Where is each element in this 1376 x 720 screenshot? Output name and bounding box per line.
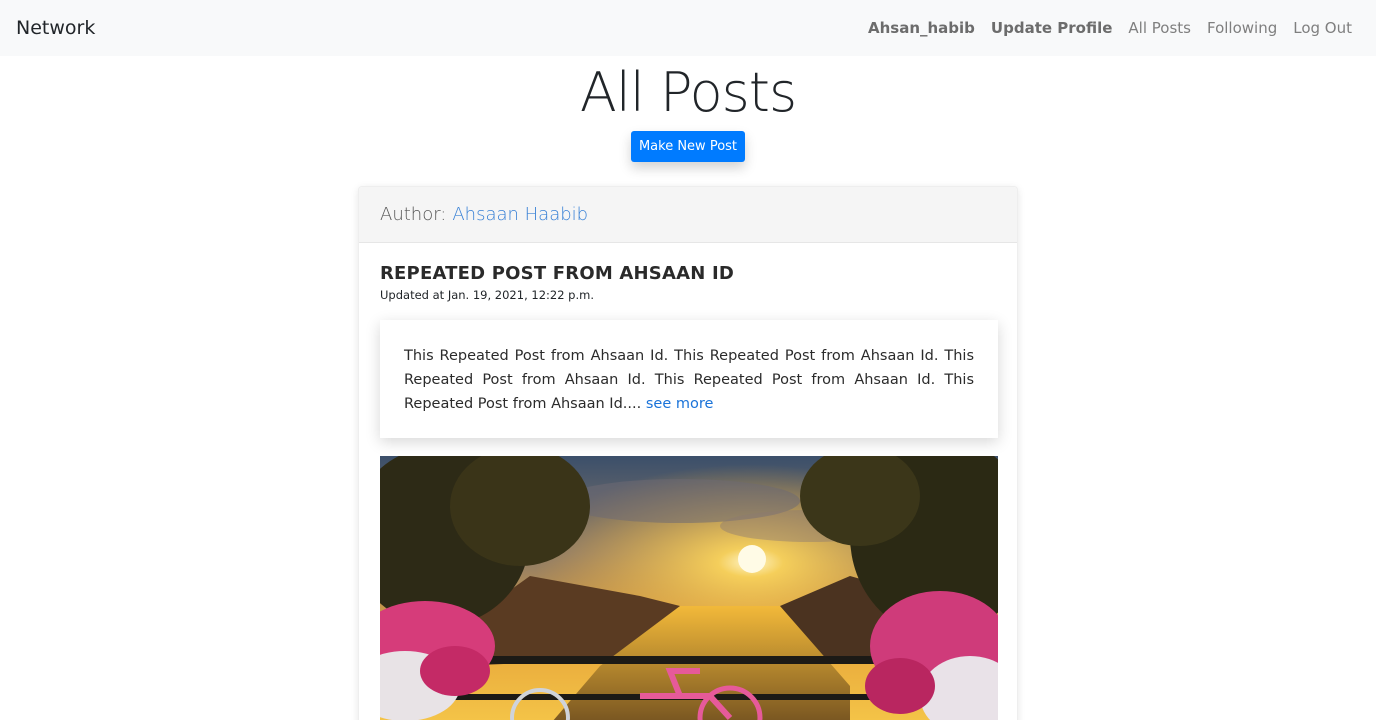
brand-link[interactable]: Network bbox=[16, 17, 95, 39]
post-updated-timestamp: Updated at Jan. 19, 2021, 12:22 p.m. bbox=[380, 288, 594, 302]
make-new-post-button[interactable]: Make New Post bbox=[631, 131, 745, 162]
nav-all-posts-link[interactable]: All Posts bbox=[1120, 19, 1199, 37]
post-card-header: Author: Ahsaan Haabib bbox=[359, 187, 1017, 243]
page-title: All Posts bbox=[579, 61, 797, 124]
author-label: Author: bbox=[380, 204, 447, 225]
post-image bbox=[380, 456, 998, 720]
nav-logout-link[interactable]: Log Out bbox=[1285, 19, 1360, 37]
nav-update-profile-link[interactable]: Update Profile bbox=[983, 19, 1120, 37]
author-link[interactable]: Ahsaan Haabib bbox=[452, 204, 588, 225]
navbar: Network Ahsan_habib Update Profile All P… bbox=[0, 0, 1376, 56]
nav-profile-link[interactable]: Ahsan_habib bbox=[860, 19, 983, 37]
post-title: REPEATED POST FROM AHSAAN ID bbox=[380, 263, 734, 284]
post-body: This Repeated Post from Ahsaan Id. This … bbox=[380, 320, 998, 438]
post-card: Author: Ahsaan Haabib REPEATED POST FROM… bbox=[358, 186, 1018, 720]
nav-following-link[interactable]: Following bbox=[1199, 19, 1285, 37]
nav-links: Ahsan_habib Update Profile All Posts Fol… bbox=[860, 19, 1360, 37]
see-more-link[interactable]: see more bbox=[646, 396, 714, 412]
